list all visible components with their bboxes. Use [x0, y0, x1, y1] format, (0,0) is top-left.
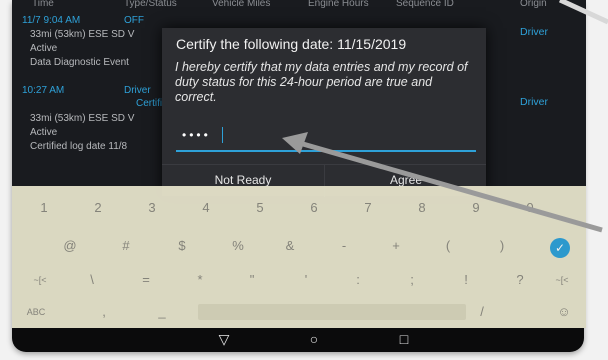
- key-backslash[interactable]: \: [74, 270, 110, 290]
- event-time: 10:27 AM: [22, 85, 65, 96]
- key-2[interactable]: 2: [80, 198, 116, 218]
- event-location: 33mi (53km) ESE SD V: [30, 29, 135, 40]
- key-single-quote[interactable]: ': [288, 270, 324, 290]
- key-3[interactable]: 3: [134, 198, 170, 218]
- key-double-quote[interactable]: ": [234, 270, 270, 290]
- key-comma[interactable]: ,: [86, 302, 122, 322]
- key-0[interactable]: 0: [512, 198, 548, 218]
- event-status: OFF: [124, 15, 144, 26]
- header-type-status: Type/Status: [124, 0, 177, 9]
- back-triangle-icon[interactable]: ▽: [214, 331, 234, 348]
- space-bar[interactable]: [198, 304, 466, 320]
- on-screen-keyboard: 1 2 3 4 5 6 7 8 9 0 @ # $ % & - + ( ) ✓ …: [12, 186, 586, 328]
- home-circle-icon[interactable]: ○: [304, 331, 324, 347]
- key-plus[interactable]: +: [378, 236, 414, 256]
- header-origin: Origin: [520, 0, 547, 9]
- key-question[interactable]: ?: [502, 270, 538, 290]
- key-ampersand[interactable]: &: [272, 236, 308, 256]
- password-field[interactable]: ••••: [176, 124, 476, 152]
- key-slash[interactable]: /: [464, 302, 500, 322]
- event-origin: Driver: [520, 26, 548, 38]
- key-1[interactable]: 1: [26, 198, 62, 218]
- header-engine-hours: Engine Hours: [308, 0, 369, 9]
- key-more-symbols[interactable]: ~[<: [22, 270, 58, 290]
- key-exclamation[interactable]: !: [448, 270, 484, 290]
- certify-dialog: Certify the following date: 11/15/2019 I…: [162, 28, 486, 197]
- android-nav-bar: ▽ ○ □: [0, 328, 572, 352]
- recents-square-icon[interactable]: □: [394, 331, 414, 347]
- tablet-screen: Time Type/Status Vehicle Miles Engine Ho…: [12, 0, 586, 328]
- event-description: Certified log date 11/8: [30, 141, 128, 152]
- check-icon: ✓: [554, 241, 566, 255]
- key-colon[interactable]: :: [340, 270, 376, 290]
- key-8[interactable]: 8: [404, 198, 440, 218]
- key-abc[interactable]: ABC: [18, 302, 54, 322]
- event-description: Data Diagnostic Event: [30, 57, 129, 68]
- key-4[interactable]: 4: [188, 198, 224, 218]
- event-location: 33mi (53km) ESE SD V: [30, 113, 135, 124]
- key-open-paren[interactable]: (: [430, 236, 466, 256]
- key-hash[interactable]: #: [108, 236, 144, 256]
- key-asterisk[interactable]: *: [182, 270, 218, 290]
- key-9[interactable]: 9: [458, 198, 494, 218]
- key-semicolon[interactable]: ;: [394, 270, 430, 290]
- event-time: 11/7 9:04 AM: [22, 15, 81, 26]
- key-7[interactable]: 7: [350, 198, 386, 218]
- key-close-paren[interactable]: ): [484, 236, 520, 256]
- password-mask: ••••: [182, 128, 211, 142]
- event-origin: Driver: [520, 96, 548, 108]
- key-percent[interactable]: %: [220, 236, 256, 256]
- header-sequence-id: Sequence ID: [396, 0, 454, 9]
- certification-statement: I hereby certify that my data entries an…: [175, 60, 468, 104]
- header-vehicle-miles: Vehicle Miles: [212, 0, 271, 9]
- smiley-icon[interactable]: ☺: [546, 302, 582, 322]
- header-time: Time: [32, 0, 54, 9]
- enter-key[interactable]: ✓: [550, 238, 570, 258]
- event-state: Active: [30, 127, 58, 138]
- key-equals[interactable]: =: [128, 270, 164, 290]
- key-6[interactable]: 6: [296, 198, 332, 218]
- dialog-title: Certify the following date: 11/15/2019: [176, 36, 407, 52]
- key-minus[interactable]: -: [326, 236, 362, 256]
- event-status: Driver: [124, 85, 151, 96]
- key-underscore[interactable]: _: [144, 302, 180, 322]
- key-at[interactable]: @: [52, 236, 88, 256]
- event-status-detail: Certifi: [136, 98, 163, 109]
- key-dollar[interactable]: $: [164, 236, 200, 256]
- event-state: Active: [30, 43, 58, 54]
- key-more-symbols-right[interactable]: ~[<: [544, 270, 580, 290]
- key-5[interactable]: 5: [242, 198, 278, 218]
- text-cursor: [222, 127, 223, 143]
